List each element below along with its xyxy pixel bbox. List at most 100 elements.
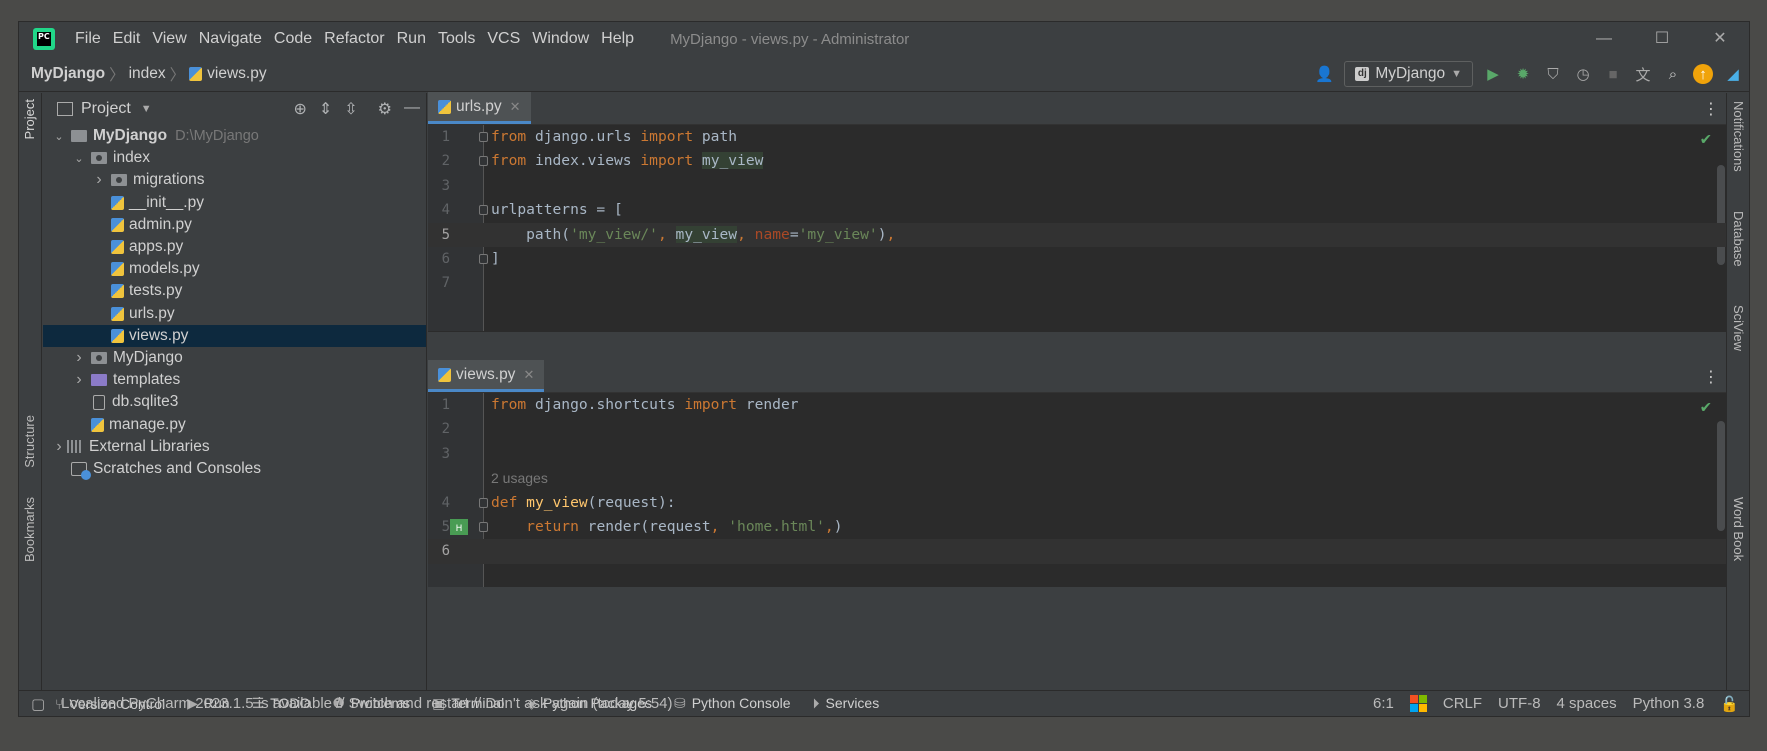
sciview-tool-tab[interactable]: SciView (1731, 305, 1746, 351)
profile-icon[interactable]: ◷ (1573, 64, 1593, 84)
menu-edit[interactable]: Edit (107, 30, 147, 48)
chevron-right-icon[interactable]: › (71, 371, 87, 389)
code-line[interactable]: 5 path('my_view/', my_view, name='my_vie… (428, 222, 1727, 247)
minimize-icon[interactable]: — (1575, 22, 1633, 56)
fold-marker-icon[interactable] (479, 132, 488, 142)
more-options-icon[interactable]: ⋮ (1703, 367, 1719, 387)
breadcrumb-file[interactable]: views.py (207, 65, 266, 83)
coverage-icon[interactable]: ⛉ (1543, 64, 1563, 84)
menu-file[interactable]: File (69, 30, 107, 48)
code-line[interactable]: 2 from index.views import my_view (428, 149, 1727, 173)
collapse-all-icon[interactable]: ⇳ (344, 99, 357, 119)
breadcrumb-project[interactable]: MyDjango (31, 65, 105, 83)
tree-item[interactable]: ⌄ index (43, 147, 426, 169)
toggle-panels-icon[interactable]: ▢ (31, 695, 45, 713)
plugin-icon[interactable]: ◢ (1723, 64, 1743, 84)
tree-item[interactable]: › MyDjango (43, 347, 426, 369)
menu-tools[interactable]: Tools (432, 30, 481, 48)
chevron-right-icon[interactable]: › (91, 171, 107, 189)
project-panel-title[interactable]: Project (81, 100, 131, 118)
code-line[interactable]: 4 def my_view(request): (428, 491, 1727, 515)
code-line[interactable]: 7 (428, 271, 1727, 295)
caret-position[interactable]: 6:1 (1373, 695, 1394, 712)
code-line[interactable]: 2 usages (428, 466, 1727, 490)
tree-item[interactable]: models.py (43, 258, 426, 280)
wordbook-tool-tab[interactable]: Word Book (1731, 497, 1746, 561)
chevron-down-icon[interactable]: ⌄ (51, 130, 67, 143)
tree-item[interactable]: › templates (43, 369, 426, 391)
structure-tool-tab[interactable]: Structure (22, 415, 37, 468)
update-icon[interactable]: ↑ (1693, 64, 1713, 84)
code-line[interactable]: 2 (428, 417, 1727, 441)
tree-item[interactable]: manage.py (43, 413, 426, 435)
tab-urls-py[interactable]: urls.py ✕ (428, 92, 531, 124)
code-area[interactable]: ✔ 1 from django.shortcuts import render 2 3… (428, 393, 1727, 587)
code-line[interactable]: 6 (428, 539, 1727, 564)
close-tab-icon[interactable]: ✕ (510, 99, 521, 115)
chevron-right-icon[interactable]: › (71, 349, 87, 367)
stop-icon[interactable]: ■ (1603, 64, 1623, 84)
debug-icon[interactable]: ✹ (1513, 64, 1533, 84)
code-line[interactable]: 1 from django.urls import path (428, 125, 1727, 149)
code-line[interactable]: 4 urlpatterns = [ (428, 198, 1727, 222)
tree-item[interactable]: Scratches and Consoles (43, 458, 426, 480)
code-line[interactable]: 6] (428, 247, 1727, 271)
tree-item[interactable]: › External Libraries (43, 436, 426, 458)
database-tool-tab[interactable]: Database (1731, 211, 1746, 267)
tree-item[interactable]: › migrations (43, 169, 426, 191)
menu-view[interactable]: View (146, 30, 192, 48)
indent-setting[interactable]: 4 spaces (1557, 695, 1617, 712)
hide-panel-icon[interactable]: — (404, 99, 420, 119)
status-message[interactable]: Localized PyCharm 2023.1.5 is available … (61, 695, 673, 712)
user-icon[interactable]: 👤 (1314, 64, 1334, 84)
code-line[interactable]: 3 (428, 442, 1727, 466)
tree-item[interactable]: admin.py (43, 214, 426, 236)
menu-navigate[interactable]: Navigate (193, 30, 268, 48)
code-line[interactable]: 3 (428, 174, 1727, 198)
tree-item[interactable]: apps.py (43, 236, 426, 258)
gear-icon[interactable]: ⚙ (378, 99, 392, 119)
chevron-down-icon[interactable]: ▼ (141, 103, 152, 115)
template-link-icon[interactable]: H (450, 518, 468, 535)
bookmarks-tool-tab[interactable]: Bookmarks (22, 497, 37, 562)
code-area[interactable]: ✔ 1 from django.urls import path 2 from ind… (428, 125, 1727, 331)
project-tool-tab[interactable]: Project (22, 99, 37, 139)
tree-item[interactable]: views.py (43, 324, 426, 347)
tab-views-py[interactable]: views.py ✕ (428, 360, 545, 392)
code-line[interactable]: 5H return render(request, 'home.html',) (428, 515, 1727, 539)
menu-code[interactable]: Code (268, 30, 318, 48)
tree-item[interactable]: __init__.py (43, 192, 426, 214)
file-encoding[interactable]: UTF-8 (1498, 695, 1541, 712)
editor-splitter[interactable] (428, 331, 1727, 361)
chevron-down-icon[interactable]: ⌄ (71, 152, 87, 165)
menu-refactor[interactable]: Refactor (318, 30, 390, 48)
locate-icon[interactable]: ⊕ (293, 99, 306, 119)
search-icon[interactable]: ⌕ (1663, 64, 1683, 84)
close-tab-icon[interactable]: ✕ (523, 367, 534, 383)
lock-icon[interactable]: 🔓 (1720, 695, 1739, 713)
code-line[interactable]: 1 from django.shortcuts import render (428, 393, 1727, 417)
tree-item[interactable]: urls.py (43, 303, 426, 325)
close-icon[interactable]: ✕ (1691, 22, 1749, 56)
menu-window[interactable]: Window (526, 30, 595, 48)
fold-marker-icon[interactable] (479, 521, 488, 532)
menu-run[interactable]: Run (391, 30, 432, 48)
python-interpreter[interactable]: Python 3.8 (1633, 695, 1705, 712)
expand-all-icon[interactable]: ⇕ (319, 99, 332, 119)
breadcrumb-folder[interactable]: index (129, 65, 166, 83)
notifications-tool-tab[interactable]: Notifications (1731, 101, 1746, 172)
tree-item[interactable]: db.sqlite3 (43, 391, 426, 413)
more-options-icon[interactable]: ⋮ (1703, 99, 1719, 119)
tree-item[interactable]: ⌄ MyDjango D:\MyDjango (43, 125, 426, 147)
chevron-right-icon[interactable]: › (51, 438, 67, 456)
maximize-icon[interactable]: ☐ (1633, 22, 1691, 56)
fold-marker-icon[interactable] (479, 156, 488, 167)
fold-marker-icon[interactable] (479, 205, 488, 216)
fold-marker-icon[interactable] (479, 253, 488, 264)
tree-item[interactable]: tests.py (43, 280, 426, 302)
run-icon[interactable]: ▶ (1483, 64, 1503, 84)
menu-vcs[interactable]: VCS (481, 30, 526, 48)
run-config-select[interactable]: dj MyDjango ▼ (1344, 61, 1473, 87)
menu-help[interactable]: Help (595, 30, 640, 48)
line-separator[interactable]: CRLF (1443, 695, 1482, 712)
